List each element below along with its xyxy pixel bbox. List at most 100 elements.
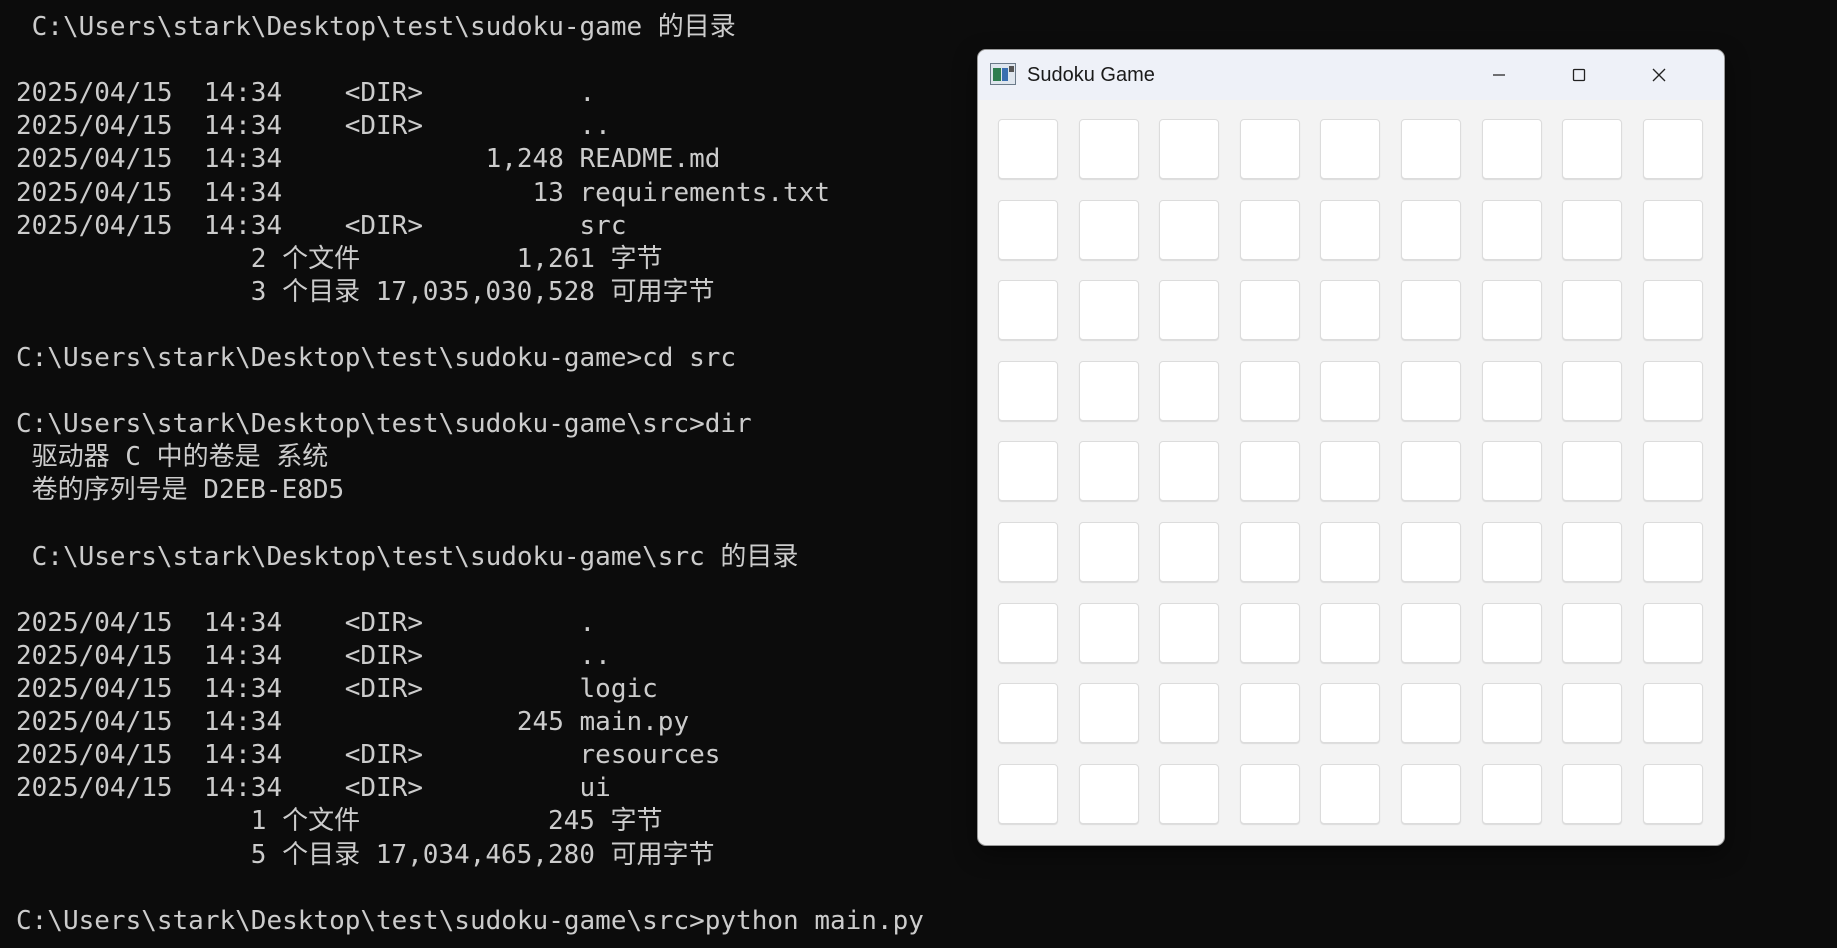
terminal-line: 2025/04/15 14:34 <DIR> .. <box>16 640 611 671</box>
sudoku-cell[interactable] <box>1562 763 1623 824</box>
close-button[interactable] <box>1619 50 1699 100</box>
sudoku-cell[interactable] <box>1078 763 1139 824</box>
terminal-line: 5 个目录 17,034,465,280 可用字节 <box>16 839 715 870</box>
sudoku-cell[interactable] <box>1642 763 1703 824</box>
sudoku-cell[interactable] <box>998 441 1058 502</box>
sudoku-cell[interactable] <box>1320 119 1381 179</box>
sudoku-cell[interactable] <box>1642 119 1703 179</box>
sudoku-cell[interactable] <box>1159 602 1220 663</box>
terminal-line: 2025/04/15 14:34 245 main.py <box>16 707 690 738</box>
sudoku-cell[interactable] <box>1401 522 1461 582</box>
sudoku-cell[interactable] <box>1481 119 1542 179</box>
sudoku-cell[interactable] <box>1078 602 1139 663</box>
sudoku-cell[interactable] <box>1562 280 1623 341</box>
sudoku-cell[interactable] <box>1239 683 1300 744</box>
sudoku-cell[interactable] <box>1401 199 1461 260</box>
sudoku-cell[interactable] <box>1481 280 1542 341</box>
sudoku-cell[interactable] <box>1481 683 1542 744</box>
sudoku-cell[interactable] <box>1481 441 1542 502</box>
window-title: Sudoku Game <box>1027 64 1155 86</box>
sudoku-cell[interactable] <box>1239 199 1300 260</box>
sudoku-cell[interactable] <box>1562 522 1623 582</box>
sudoku-cell[interactable] <box>1562 119 1623 179</box>
sudoku-cell[interactable] <box>1562 199 1623 260</box>
minimize-button[interactable] <box>1459 50 1539 100</box>
sudoku-cell[interactable] <box>1239 280 1300 341</box>
sudoku-cell[interactable] <box>1320 763 1381 824</box>
terminal-line: C:\Users\stark\Desktop\test\sudoku-game>… <box>16 343 737 373</box>
sudoku-cell[interactable] <box>1078 199 1139 260</box>
sudoku-cell[interactable] <box>1320 199 1381 260</box>
terminal-line: 2025/04/15 14:34 13 requirements.txt <box>16 177 830 208</box>
sudoku-cell[interactable] <box>1401 683 1461 744</box>
terminal-line: 卷的序列号是 D2EB-E8D5 <box>16 475 345 506</box>
sudoku-cell[interactable] <box>1401 280 1461 341</box>
terminal-line: 2025/04/15 14:34 <DIR> logic <box>16 674 658 704</box>
sudoku-cell[interactable] <box>1320 360 1381 421</box>
sudoku-cell[interactable] <box>1562 602 1623 663</box>
sudoku-cell[interactable] <box>1159 119 1220 179</box>
sudoku-grid <box>978 100 1724 845</box>
sudoku-cell[interactable] <box>998 522 1058 582</box>
terminal-line: C:\Users\stark\Desktop\test\sudoku-game\… <box>16 541 799 572</box>
sudoku-cell[interactable] <box>1481 360 1542 421</box>
sudoku-cell[interactable] <box>1078 280 1139 341</box>
maximize-button[interactable] <box>1539 50 1619 100</box>
sudoku-cell[interactable] <box>1320 522 1381 582</box>
sudoku-cell[interactable] <box>1239 441 1300 502</box>
sudoku-cell[interactable] <box>1642 441 1703 502</box>
sudoku-cell[interactable] <box>1159 199 1220 260</box>
sudoku-cell[interactable] <box>1401 119 1461 179</box>
sudoku-cell[interactable] <box>1642 683 1703 744</box>
sudoku-cell[interactable] <box>1642 280 1703 341</box>
sudoku-cell[interactable] <box>1401 360 1461 421</box>
sudoku-cell[interactable] <box>998 360 1058 421</box>
sudoku-cell[interactable] <box>1078 522 1139 582</box>
terminal-line: 1 个文件 245 字节 <box>16 806 663 837</box>
sudoku-cell[interactable] <box>1562 441 1623 502</box>
sudoku-cell[interactable] <box>1078 441 1139 502</box>
sudoku-cell[interactable] <box>1401 602 1461 663</box>
sudoku-cell[interactable] <box>1239 602 1300 663</box>
sudoku-cell[interactable] <box>1159 683 1220 744</box>
terminal-line: 2025/04/15 14:34 <DIR> .. <box>16 111 611 142</box>
sudoku-cell[interactable] <box>1481 522 1542 582</box>
sudoku-cell[interactable] <box>1320 683 1381 744</box>
sudoku-cell[interactable] <box>1239 763 1300 824</box>
sudoku-cell[interactable] <box>1239 522 1300 582</box>
sudoku-cell[interactable] <box>998 280 1058 341</box>
sudoku-cell[interactable] <box>1481 602 1542 663</box>
sudoku-cell[interactable] <box>998 763 1058 824</box>
sudoku-cell[interactable] <box>1401 763 1461 824</box>
sudoku-cell[interactable] <box>1159 280 1220 341</box>
sudoku-cell[interactable] <box>1642 199 1703 260</box>
sudoku-cell[interactable] <box>1159 522 1220 582</box>
sudoku-cell[interactable] <box>998 119 1058 179</box>
sudoku-cell[interactable] <box>1078 683 1139 744</box>
sudoku-cell[interactable] <box>1078 119 1139 179</box>
sudoku-cell[interactable] <box>998 199 1058 260</box>
sudoku-cell[interactable] <box>1481 199 1542 260</box>
sudoku-cell[interactable] <box>1562 683 1623 744</box>
sudoku-cell[interactable] <box>1159 763 1220 824</box>
sudoku-cell[interactable] <box>1320 602 1381 663</box>
sudoku-cell[interactable] <box>1159 441 1220 502</box>
sudoku-cell[interactable] <box>1642 522 1703 582</box>
sudoku-cell[interactable] <box>1401 441 1461 502</box>
sudoku-cell[interactable] <box>1642 602 1703 663</box>
sudoku-cell[interactable] <box>1320 280 1381 341</box>
maximize-icon <box>1572 68 1586 82</box>
terminal-line: C:\Users\stark\Desktop\test\sudoku-game\… <box>16 409 752 440</box>
sudoku-cell[interactable] <box>1481 763 1542 824</box>
sudoku-cell[interactable] <box>1078 360 1139 421</box>
sudoku-cell[interactable] <box>1239 360 1300 421</box>
window-titlebar[interactable]: Sudoku Game <box>978 50 1724 100</box>
sudoku-cell[interactable] <box>1562 360 1623 421</box>
sudoku-cell[interactable] <box>1159 360 1220 421</box>
sudoku-cell[interactable] <box>998 683 1058 744</box>
sudoku-cell[interactable] <box>998 602 1058 663</box>
sudoku-cell[interactable] <box>1239 119 1300 179</box>
sudoku-cell[interactable] <box>1320 441 1381 502</box>
sudoku-cell[interactable] <box>1642 360 1703 421</box>
sudoku-game-window: Sudoku Game <box>977 49 1725 846</box>
